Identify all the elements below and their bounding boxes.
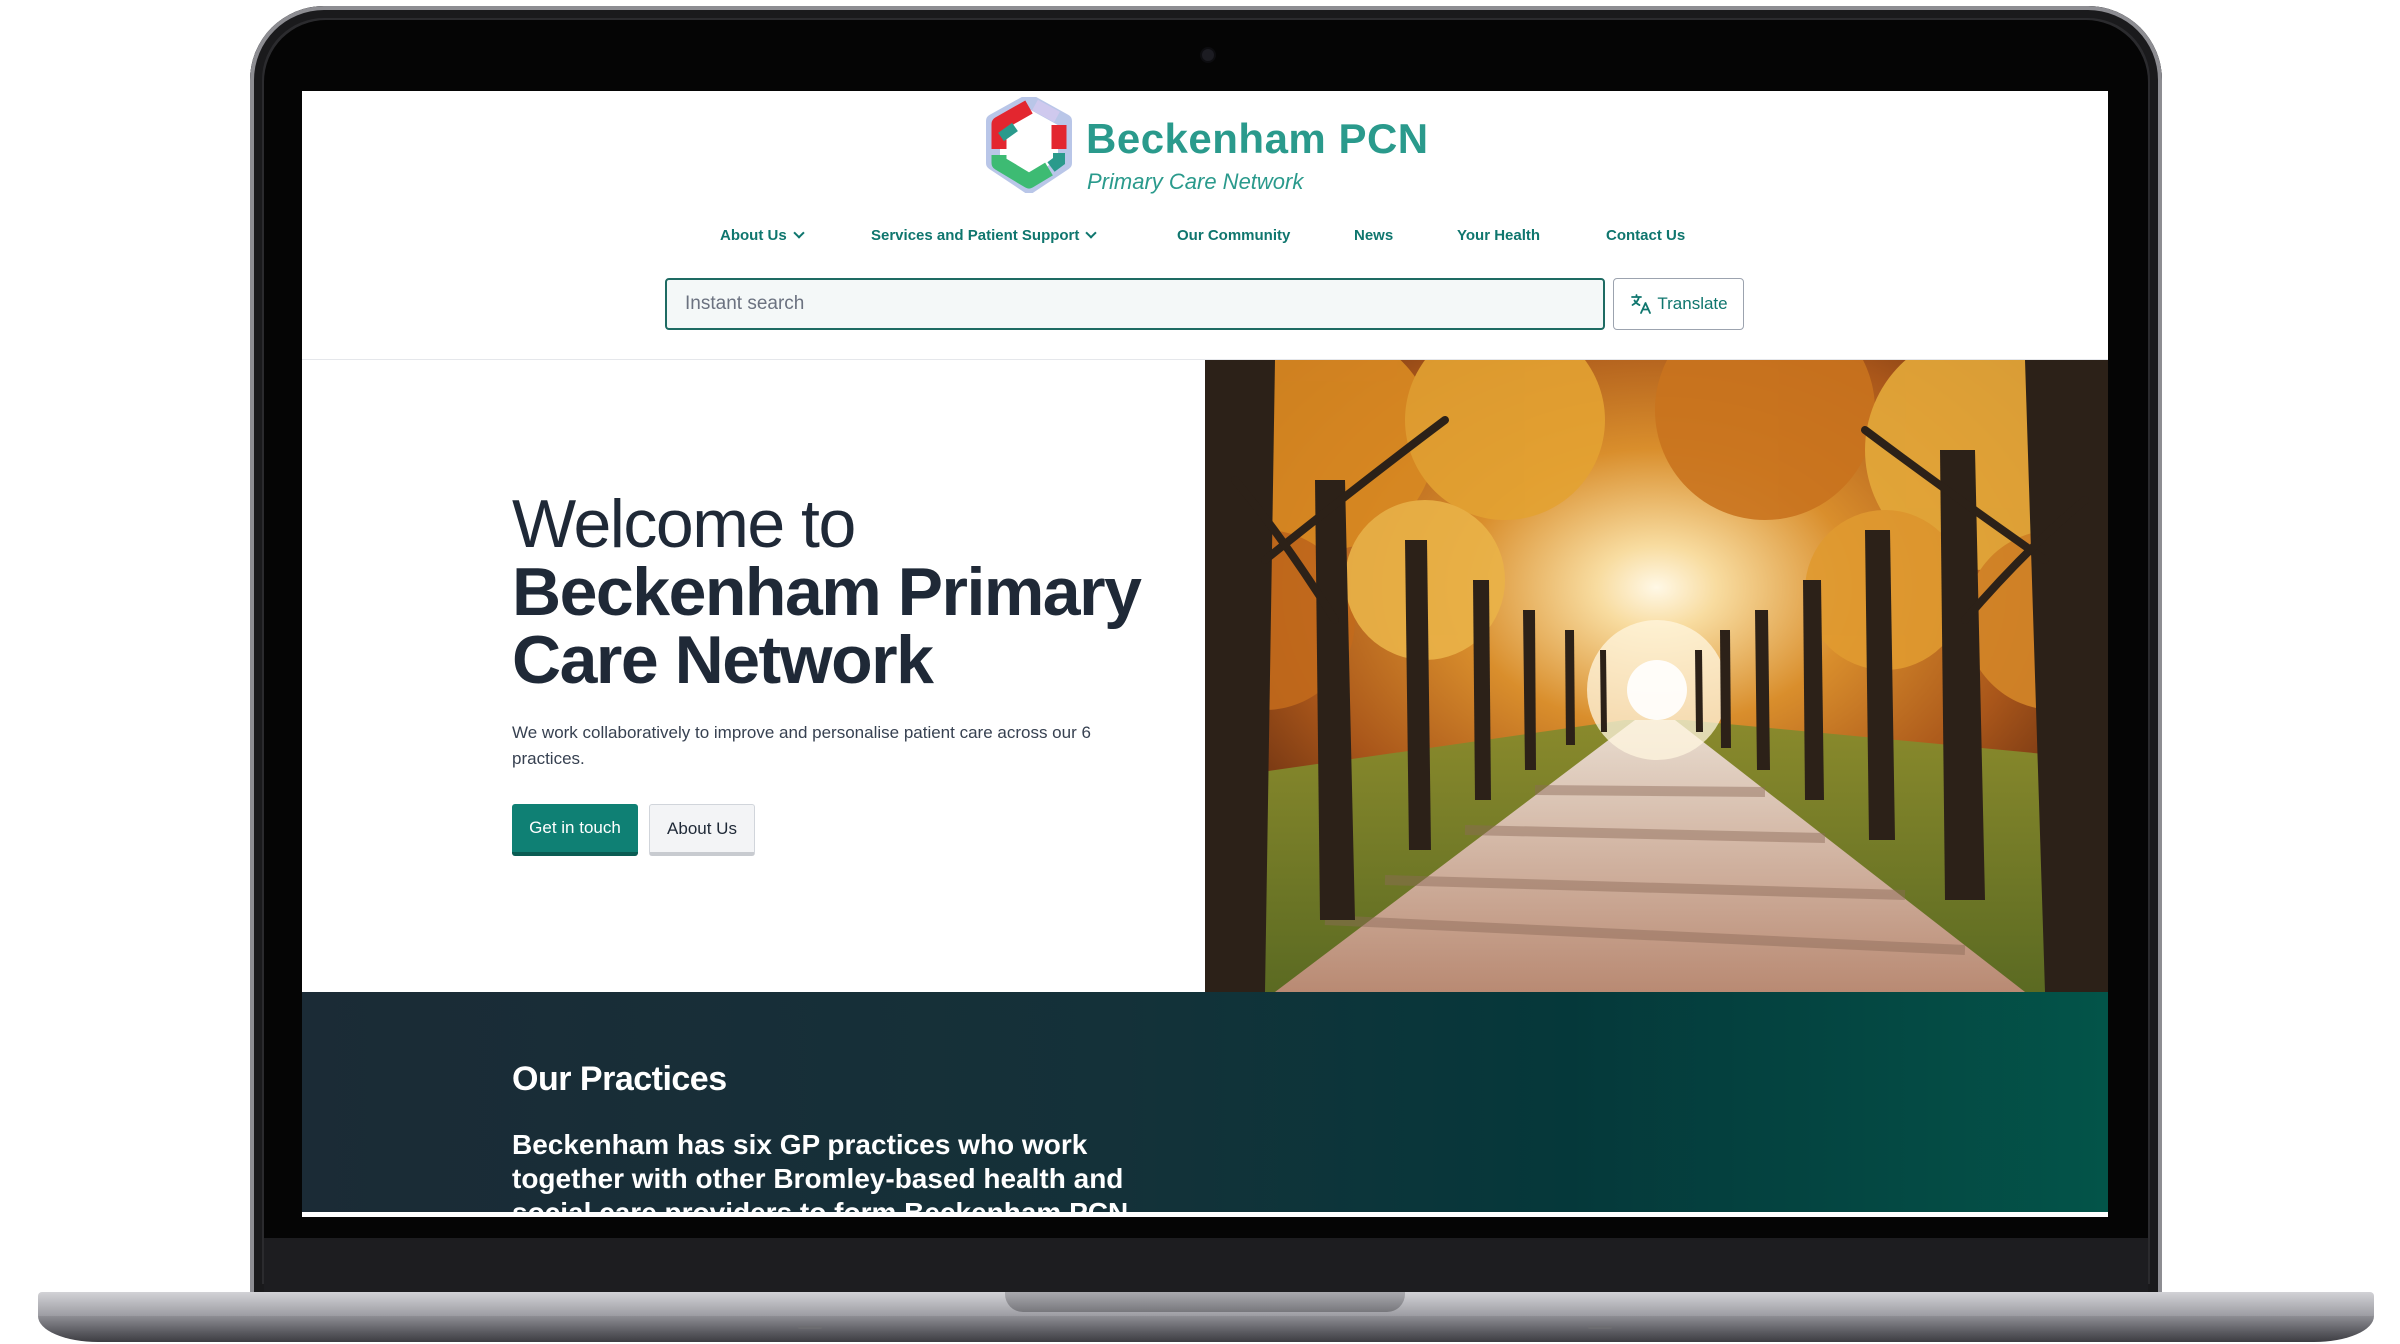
get-in-touch-button[interactable]: Get in touch [512, 804, 638, 856]
chevron-down-icon [793, 227, 805, 239]
nav-item-contact-us[interactable]: Contact Us [1606, 227, 1685, 244]
logo-mark-icon [986, 97, 1072, 193]
search-input[interactable] [665, 278, 1605, 330]
nav-item-label: News [1354, 227, 1394, 244]
practices-section: Our Practices Beckenham has six GP pract… [302, 992, 2108, 1217]
translate-label: Translate [1657, 294, 1728, 313]
hero-image [1205, 360, 2108, 992]
practices-heading-light: Our [512, 1060, 571, 1098]
autumn-path-image [1205, 360, 2108, 992]
about-us-button[interactable]: About Us [649, 804, 755, 856]
nav-item-label: Our Community [1177, 227, 1291, 244]
nav-item-our-community[interactable]: Our Community [1177, 227, 1290, 244]
laptop-bezel-bottom [264, 1238, 2148, 1296]
chevron-down-icon [1085, 227, 1098, 239]
hero-section: Welcome to Beckenham Primary Care Networ… [302, 360, 1205, 992]
screen-edge [302, 1212, 2108, 1217]
hero-heading: Welcome to Beckenham Primary Care Networ… [512, 490, 1152, 694]
nav-item-services[interactable]: Services and Patient Support [871, 227, 1098, 244]
translate-icon [1631, 294, 1652, 314]
nav-item-news[interactable]: News [1354, 227, 1393, 244]
nav-item-your-health[interactable]: Your Health [1457, 227, 1540, 244]
hero-heading-light: Welcome to [512, 486, 856, 562]
laptop-mockup: Beckenham PCN Primary Care Network About… [0, 0, 2400, 1344]
nav-item-about-us[interactable]: About Us [720, 227, 805, 244]
practices-heading: Our Practices [512, 1060, 727, 1099]
laptop-foot [798, 1326, 822, 1329]
camera-icon [1202, 49, 1214, 61]
nav-item-label: About Us [720, 227, 787, 244]
browser-viewport: Beckenham PCN Primary Care Network About… [302, 91, 2108, 1217]
nav-item-label: Services and Patient Support [871, 227, 1080, 244]
main-navigation: About Us Services and Patient Support Ou… [302, 227, 2108, 255]
hero-description: We work collaboratively to improve and p… [512, 723, 1091, 768]
hero-heading-bold: Beckenham Primary Care Network [512, 554, 1142, 698]
logo-subtitle: Primary Care Network [1087, 169, 1304, 194]
laptop-foot [1588, 1326, 1612, 1329]
nav-item-label: Your Health [1457, 227, 1541, 244]
laptop-base-edge [38, 1316, 2374, 1342]
nav-item-label: Contact Us [1606, 227, 1686, 244]
translate-button[interactable]: Translate [1613, 278, 1744, 330]
site-header: Beckenham PCN Primary Care Network About… [302, 91, 2108, 360]
logo-title: Beckenham PCN [1086, 115, 1429, 162]
site-logo[interactable]: Beckenham PCN Primary Care Network [979, 97, 1428, 194]
laptop-notch [1005, 1292, 1405, 1312]
practices-heading-bold: Practices [579, 1060, 727, 1098]
practices-description: Beckenham has six GP practices who work … [512, 1129, 1129, 1217]
